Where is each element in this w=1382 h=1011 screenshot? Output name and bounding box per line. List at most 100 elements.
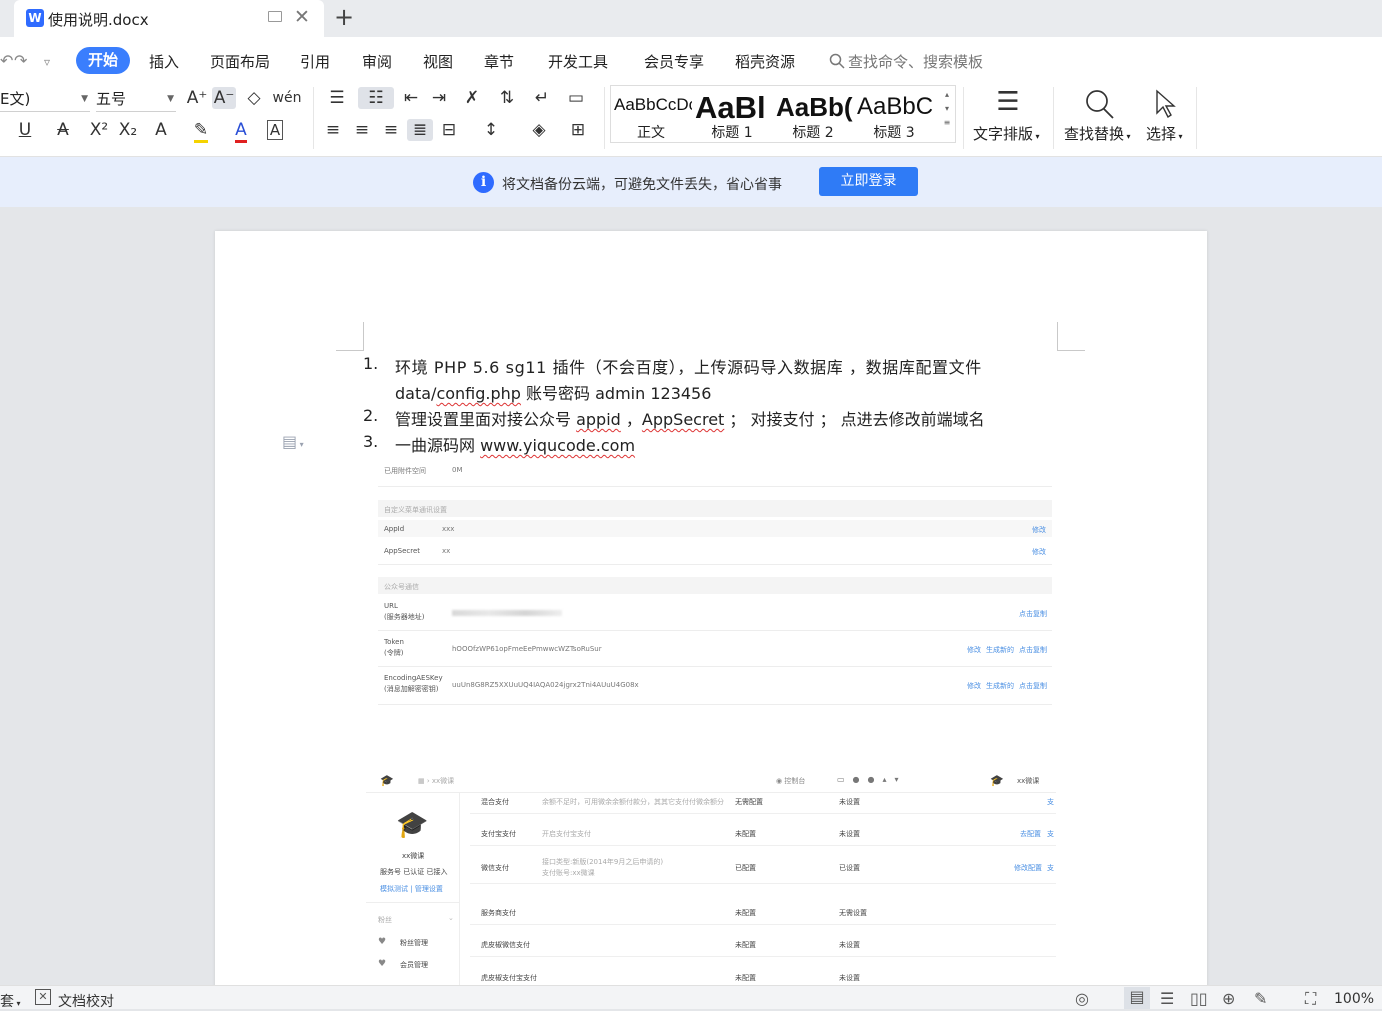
style-normal-label[interactable]: 正文 xyxy=(611,122,691,142)
tab-insert[interactable]: 插入 xyxy=(149,51,179,72)
font-color-icon[interactable]: A xyxy=(226,119,256,143)
list-item-1-line-1[interactable]: 环境 PHP 5.6 sg11 插件（不会百度），上传源码导入数据库 ，数据库配… xyxy=(395,354,1058,378)
table-row xyxy=(378,520,1052,537)
find-replace-icon[interactable] xyxy=(1084,89,1116,119)
quick-access-dropdown-icon[interactable]: ▿ xyxy=(44,55,50,69)
line-break-icon[interactable]: ↵ xyxy=(526,87,558,109)
numbered-list-icon[interactable]: ☷ xyxy=(358,87,394,109)
web-view-icon[interactable]: ⊕ xyxy=(1222,989,1235,1008)
new-tab-button[interactable]: + xyxy=(334,3,354,31)
font-name-select[interactable]: E文) ▼ xyxy=(0,86,90,112)
reading-view-icon[interactable]: ▯▯ xyxy=(1190,989,1208,1008)
list-item-3[interactable]: 一曲源码网 www.yiqucode.com xyxy=(395,432,635,456)
tab-page-layout[interactable]: 页面布局 xyxy=(210,51,270,72)
style-heading2-label[interactable]: 标题 2 xyxy=(773,122,853,142)
justify-icon[interactable]: ≣ xyxy=(407,119,433,141)
decrease-font-icon[interactable]: A⁻ xyxy=(212,87,236,109)
zoom-level[interactable]: 100% xyxy=(1334,991,1374,1007)
superscript-icon[interactable]: X² xyxy=(88,119,110,141)
tab-docer[interactable]: 稻壳资源 xyxy=(735,51,795,72)
select-button[interactable]: 选择 ▾ xyxy=(1146,123,1183,144)
proofread-icon[interactable]: ✕ xyxy=(35,989,51,1005)
status-left-partial[interactable]: 套 ▾ xyxy=(0,991,21,1011)
document-tab[interactable]: W 使用说明.docx ✕ xyxy=(14,0,324,37)
text-layout-button[interactable]: 文字排版 ▾ xyxy=(973,123,1040,144)
tab-view[interactable]: 视图 xyxy=(423,51,453,72)
style-heading1-label[interactable]: 标题 1 xyxy=(692,122,772,142)
list-item-1-line-2[interactable]: data/config.php 账号密码 admin 123456 xyxy=(395,380,711,404)
tab-review[interactable]: 审阅 xyxy=(362,51,392,72)
style-heading2-sample[interactable]: AaBb( xyxy=(776,92,854,123)
cursor-icon[interactable] xyxy=(1154,89,1178,119)
tab-home[interactable]: 开始 xyxy=(76,47,130,74)
clear-format-icon[interactable]: ◇ xyxy=(244,87,264,109)
edit-link: 修改 xyxy=(1032,548,1046,556)
text-effect-icon[interactable]: A xyxy=(148,119,174,141)
text-run: 管理设置里面对接公众号 xyxy=(395,410,577,429)
fans-mgmt: 粉丝管理 xyxy=(400,939,428,947)
text-direction-icon[interactable]: ✗ xyxy=(456,87,488,109)
style-heading3-label[interactable]: 标题 3 xyxy=(854,122,934,142)
edit-link: 修改 xyxy=(1032,526,1046,534)
page-view-icon[interactable]: ▤ xyxy=(1124,987,1150,1009)
increase-indent-icon[interactable]: ⇥ xyxy=(428,87,450,109)
underline-icon[interactable]: U xyxy=(10,119,40,141)
strikethrough-icon[interactable]: A xyxy=(50,119,76,141)
style-normal-sample[interactable]: AaBbCcDc xyxy=(614,95,692,115)
gallery-scroll-icons[interactable]: ▴ ▾ ≡ xyxy=(939,88,955,130)
divider xyxy=(378,704,1052,705)
login-button[interactable]: 立即登录 xyxy=(819,167,918,196)
blurred-url xyxy=(452,610,562,616)
distributed-align-icon[interactable]: ⊟ xyxy=(438,119,460,141)
character-border-icon[interactable]: A xyxy=(264,119,286,141)
phonetic-guide-icon[interactable]: wén xyxy=(272,87,302,109)
align-right-icon[interactable]: ≡ xyxy=(380,119,402,141)
align-center-icon[interactable]: ≡ xyxy=(351,119,373,141)
proofread-button[interactable]: 文档校对 xyxy=(58,991,114,1011)
style-heading1-sample[interactable]: AaBl xyxy=(695,90,773,126)
setting-status: 未设置 xyxy=(839,830,860,838)
undo-icon[interactable]: ↶ xyxy=(0,51,13,70)
ribbon: ↶ ↷ ▿ 开始 插入 页面布局 引用 审阅 视图 章节 开发工具 会员专享 稻… xyxy=(0,37,1382,157)
borders-icon[interactable]: ⊞ xyxy=(562,119,594,141)
divider xyxy=(378,564,1052,565)
section-header xyxy=(378,577,1052,594)
write-mode-icon[interactable]: ✎ xyxy=(1254,989,1267,1008)
toolbar-icons: ▭●●▴▾ xyxy=(837,775,907,784)
generate-link: 生成新的 xyxy=(986,682,1014,690)
row-divider xyxy=(470,956,1056,957)
highlight-icon[interactable]: ✎ xyxy=(186,119,216,143)
config-status: 未配置 xyxy=(735,830,756,838)
fit-page-icon[interactable]: ⛶ xyxy=(1305,989,1316,1009)
secret-value: xx xyxy=(442,547,451,555)
tab-section[interactable]: 章节 xyxy=(484,51,514,72)
style-heading3-sample[interactable]: AaBbC xyxy=(857,93,935,121)
shading-icon[interactable]: ◈ xyxy=(523,119,555,141)
outline-view-icon[interactable]: ☰ xyxy=(1160,989,1174,1008)
text-layout-icon[interactable]: ☰ xyxy=(988,87,1028,117)
payment-name: 虎皮椒微信支付 xyxy=(481,941,530,949)
increase-font-icon[interactable]: A⁺ xyxy=(186,87,208,109)
eye-protection-icon[interactable]: ◎ xyxy=(1075,989,1089,1008)
bullet-list-icon[interactable]: ☰ xyxy=(322,87,352,109)
service-status: 服务号 已认证 已接入 xyxy=(380,868,448,876)
line-spacing-icon[interactable]: ↕ xyxy=(473,119,509,141)
decrease-indent-icon[interactable]: ⇤ xyxy=(400,87,422,109)
ruler-icon[interactable]: ▭ xyxy=(564,87,588,109)
command-search-input[interactable]: 查找命令、搜索模板 xyxy=(848,51,983,72)
tab-references[interactable]: 引用 xyxy=(300,51,330,72)
tab-developer[interactable]: 开发工具 xyxy=(548,51,608,72)
paragraph-handle-icon[interactable]: ▤ ▾ xyxy=(282,432,304,451)
sort-icon[interactable]: ⇅ xyxy=(496,87,518,109)
find-replace-button[interactable]: 查找替换 ▾ xyxy=(1064,123,1131,144)
font-size-select[interactable]: 五号 ▼ xyxy=(96,86,176,112)
close-tab-icon[interactable]: ✕ xyxy=(294,6,310,28)
link-text[interactable]: www.yiqucode.com xyxy=(480,436,635,455)
embedded-topbar xyxy=(366,770,1056,793)
tab-membership[interactable]: 会员专享 xyxy=(644,51,704,72)
subscript-icon[interactable]: X₂ xyxy=(116,119,140,141)
list-item-2[interactable]: 管理设置里面对接公众号 appid ，AppSecret ； 对接支付 ； 点进… xyxy=(395,406,985,430)
monitor-icon[interactable] xyxy=(268,11,282,22)
align-left-icon[interactable]: ≡ xyxy=(322,119,344,141)
redo-icon[interactable]: ↷ xyxy=(14,51,27,70)
